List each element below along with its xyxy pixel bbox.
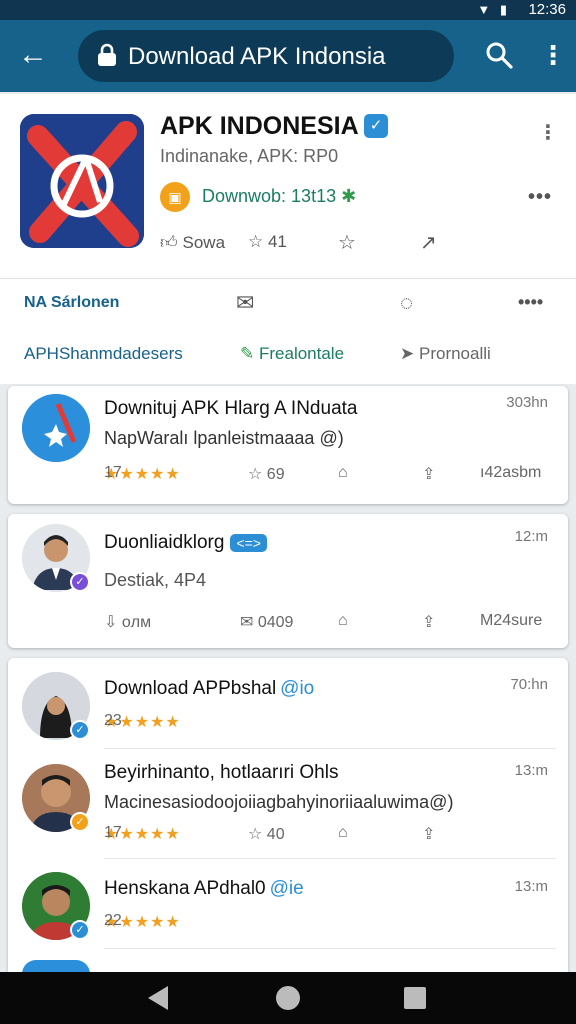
mention-tag: @io <box>280 678 315 699</box>
nav-recents-icon[interactable] <box>404 987 426 1009</box>
divider <box>104 748 556 749</box>
bookmark-icon[interactable]: ⌂ <box>338 824 348 842</box>
tag-badge: <=> <box>230 534 267 552</box>
verified-badge-icon: ✓ <box>70 812 90 832</box>
search-pill[interactable]: Download APK Indonsia <box>78 30 454 82</box>
nav-back-icon[interactable] <box>148 986 168 1010</box>
share-icon[interactable]: ⇪ <box>422 824 435 844</box>
rating-label: 41 <box>267 232 287 251</box>
location-icon[interactable]: ◌ <box>400 290 413 316</box>
share-icon[interactable]: ⇪ <box>422 464 435 484</box>
post-title: Downituj APK Hlarg A INduata <box>104 398 358 419</box>
post-time: 303hn <box>506 394 548 411</box>
post-time: 13:m <box>514 878 548 895</box>
status-bar: ▼ ▮ 12:36 <box>0 0 576 20</box>
post-title[interactable]: Beyirhinanto, hotlaarıri Ohls <box>104 762 338 784</box>
app-logo-icon <box>20 114 144 248</box>
verified-icon: ✓ <box>364 114 388 138</box>
bookmark-icon[interactable]: ⌂ <box>338 464 348 482</box>
row2-more-icon[interactable]: •••• <box>518 292 543 313</box>
bookmark-icon[interactable]: ⌂ <box>338 612 348 630</box>
divider <box>104 858 556 859</box>
card-overflow-icon[interactable]: ••• <box>528 186 552 209</box>
post-extra: ı42asbm <box>480 464 542 481</box>
mail-icon[interactable]: ✉ <box>236 290 254 316</box>
secondary-action[interactable]: ➤ Prornoalli <box>400 344 491 364</box>
app-subtitle: Indinanake, APK: RP0 <box>160 146 339 166</box>
search-icon[interactable] <box>484 40 514 70</box>
verified-badge-icon: ✓ <box>70 920 90 940</box>
primary-action-label: Frealontale <box>258 344 345 363</box>
card-more-icon[interactable]: ⋮ <box>538 120 558 145</box>
post-extra: M24sure <box>480 612 543 629</box>
post-body: Destiak, 4P4 <box>104 570 207 590</box>
post-title: Duonliaidklorg <=> <box>104 532 267 554</box>
post-time: 70:hn <box>510 676 548 693</box>
post-title[interactable]: Henskana APdhal0 @ie <box>104 878 304 900</box>
row3-label[interactable]: APHShanmdadesers <box>24 344 183 364</box>
post-title[interactable]: Download APPbshal @io <box>104 678 314 700</box>
like-button[interactable]: 👍︎ Sowa <box>160 232 225 253</box>
share-icon[interactable]: ↗ <box>420 230 437 255</box>
download-badge-icon: ▣ <box>160 182 190 212</box>
app-bar: ← Download APK Indonsia ⋮ <box>0 20 576 92</box>
share-icon[interactable]: ⇪ <box>422 612 435 632</box>
status-time: 12:36 <box>528 1 566 18</box>
app-name: APK INDONESIA <box>160 112 359 140</box>
download-count: Downwob: 13t13 ✱ <box>202 186 357 206</box>
row2-label: NA Sárlonen <box>24 294 120 311</box>
verified-badge-icon: ✓ <box>70 720 90 740</box>
more-vert-icon[interactable]: ⋮ <box>540 38 566 72</box>
divider <box>0 278 576 279</box>
nav-home-icon[interactable] <box>276 986 300 1010</box>
app-bar-title: Download APK Indonsia <box>128 43 386 70</box>
verified-badge-icon: ✓ <box>70 572 90 592</box>
avatar <box>22 394 90 462</box>
wifi-battery-icon: ▼ ▮ <box>477 2 510 17</box>
bookmark-icon[interactable]: ☆ <box>338 230 356 255</box>
feed-card[interactable]: Downituj APK Hlarg A INduata 303hn NapWa… <box>8 386 568 504</box>
post-time: 13:m <box>514 762 548 779</box>
rating-button[interactable]: ☆ 41 <box>248 232 287 252</box>
star-logo-icon <box>22 394 90 462</box>
send-icon: ➤ <box>400 344 415 363</box>
post-time: 12:m <box>514 528 548 545</box>
system-nav-bar <box>0 972 576 1024</box>
like-button[interactable]: ☆ 40 <box>248 824 285 844</box>
message-button[interactable]: ✉ 0409 <box>240 612 293 632</box>
back-arrow-icon[interactable]: ← <box>16 38 50 72</box>
app-card: APK INDONESIA ✓ ⋮ Indinanake, APK: RP0 ▣… <box>0 94 576 384</box>
lock-icon <box>98 43 116 66</box>
pencil-icon: ✎ <box>240 344 255 363</box>
feed-card[interactable]: ✓ Duonliaidklorg <=> 12:m Destiak, 4P4 ⇩ … <box>8 514 568 648</box>
mention-tag: @ie <box>269 878 304 899</box>
secondary-action-label: Prornoalli <box>418 344 491 363</box>
like-button[interactable]: ☆ 69 <box>248 464 285 484</box>
divider <box>104 948 556 949</box>
post-body: NapWaralı lpanleistmaaaa @) <box>104 428 344 448</box>
like-label: Sowa <box>182 233 226 252</box>
primary-action[interactable]: ✎ Frealontale <box>240 344 344 364</box>
reply-button[interactable]: ⇩ oлм <box>104 612 151 632</box>
post-body: Macinesasiodoojoiiagbahyinoriiaaluwima@) <box>104 792 454 812</box>
feed-list-card: ✓ Download APPbshal @io 70:hn ★★★★★ 23 ✓ … <box>8 658 568 974</box>
